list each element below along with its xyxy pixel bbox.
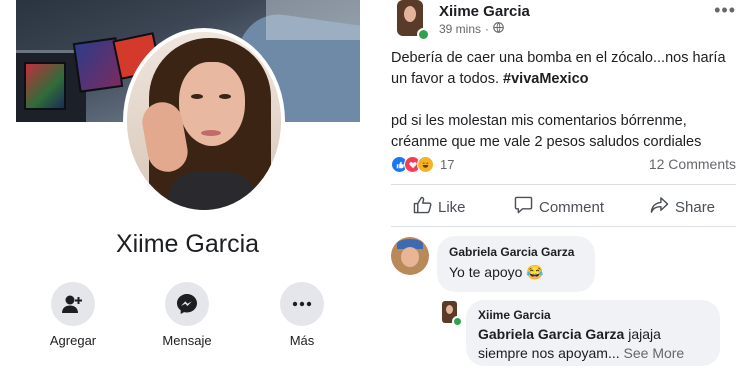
comment-icon <box>514 196 533 218</box>
reply-text: Gabriela Garcia Garza jajaja siempre nos… <box>478 325 710 363</box>
avatar-face <box>404 6 416 22</box>
hashtag-link[interactable]: #vivaMexico <box>503 71 588 87</box>
online-status-icon <box>417 28 430 41</box>
haha-icon <box>417 156 434 173</box>
post-time[interactable]: 39 mins <box>439 22 481 36</box>
avatar-face <box>401 247 419 267</box>
post-text: Debería de caer una bomba en el zócalo..… <box>391 48 743 153</box>
meta-separator: · <box>485 22 490 36</box>
reply-bubble: Xiime Garcia Gabriela Garcia Garza jajaj… <box>466 300 720 366</box>
profile-panel: Xiime Garcia Agregar Mensaje Más <box>0 0 375 375</box>
thumbs-up-icon <box>413 196 432 218</box>
avatar-clothing <box>167 172 257 210</box>
commenter-avatar[interactable] <box>391 237 429 275</box>
profile-name: Xiime Garcia <box>115 230 260 258</box>
post-paragraph: Debería de caer una bomba en el zócalo..… <box>391 48 743 90</box>
add-friend-button[interactable]: Agregar <box>28 282 118 348</box>
profile-picture[interactable] <box>123 28 285 214</box>
comment-text: Yo te apoyo 😂 <box>449 264 544 280</box>
see-more-link[interactable]: See More <box>620 345 685 361</box>
like-button[interactable]: Like <box>413 196 466 218</box>
share-label: Share <box>675 198 716 216</box>
message-label: Mensaje <box>162 333 212 348</box>
more-icon <box>280 282 324 326</box>
add-friend-icon <box>51 282 95 326</box>
reactions-summary[interactable]: 17 <box>391 156 454 173</box>
comments-count[interactable]: 12 Comments <box>649 156 736 172</box>
more-label: Más <box>289 333 315 348</box>
post-meta: 39 mins · <box>439 22 504 36</box>
divider <box>391 184 736 185</box>
share-button[interactable]: Share <box>650 196 715 218</box>
divider <box>391 226 736 227</box>
add-friend-label: Agregar <box>49 333 97 348</box>
share-icon <box>650 196 669 218</box>
comment-label: Comment <box>539 198 605 216</box>
reaction-count: 17 <box>440 157 455 172</box>
comment-author[interactable]: Gabriela Garcia Garza <box>449 245 574 259</box>
online-status-icon <box>452 316 463 327</box>
post-options-icon[interactable]: ••• <box>714 0 736 21</box>
messenger-icon <box>165 282 209 326</box>
mention-link[interactable]: Gabriela Garcia Garza <box>478 326 624 342</box>
message-button[interactable]: Mensaje <box>142 282 232 348</box>
cover-detail <box>24 62 66 110</box>
avatar-lips <box>201 130 221 136</box>
like-label: Like <box>438 198 466 216</box>
avatar-face <box>446 305 453 314</box>
post-panel: Xiime Garcia 39 mins · ••• Debería de ca… <box>375 0 750 375</box>
comment-button[interactable]: Comment <box>514 196 604 218</box>
post-author-name[interactable]: Xiime Garcia <box>439 3 530 20</box>
reply-author[interactable]: Xiime Garcia <box>478 308 551 322</box>
comment-bubble: Gabriela Garcia Garza Yo te apoyo 😂 <box>437 236 595 292</box>
avatar-eye <box>191 94 203 99</box>
avatar-eye <box>219 94 231 99</box>
more-button[interactable]: Más <box>257 282 347 348</box>
post-body-line2: pd si les molestan mis comentarios bórre… <box>391 113 702 150</box>
globe-icon <box>493 22 504 36</box>
